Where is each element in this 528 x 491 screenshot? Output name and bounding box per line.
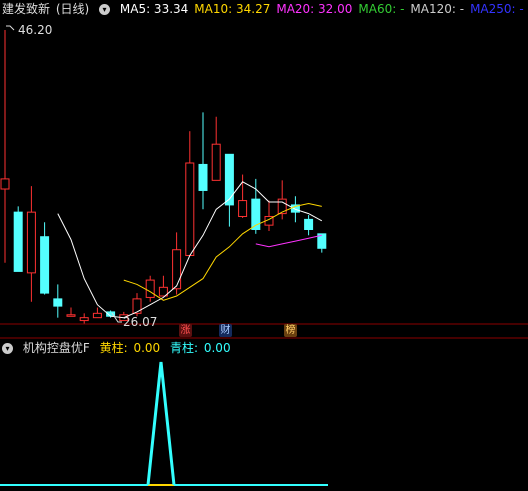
candle-up[interactable]: [0, 178, 10, 190]
candle-down[interactable]: [53, 298, 63, 307]
high-marker-line: [6, 25, 15, 31]
ma20-line: [255, 234, 322, 248]
cai-badge[interactable]: 财: [219, 324, 232, 337]
candle-down[interactable]: [40, 236, 50, 294]
yellow-bar-label: 黄柱:: [99, 341, 128, 355]
cyan-bar-value: 0.00: [203, 341, 231, 355]
yellow-bar-value: 0.00: [133, 341, 161, 355]
zhang-badge[interactable]: 涨: [179, 324, 192, 337]
candle-down[interactable]: [198, 163, 208, 191]
candlestick-chart[interactable]: 46.20 26.07: [0, 0, 528, 491]
candle-down[interactable]: [304, 218, 314, 230]
candle-up[interactable]: [185, 162, 195, 257]
candle-up[interactable]: [172, 249, 182, 290]
candle-up[interactable]: [211, 143, 221, 181]
bang-badge[interactable]: 榜: [284, 324, 297, 337]
candle-up[interactable]: [238, 200, 248, 217]
cyan-peak: [146, 361, 176, 486]
candle-down[interactable]: [224, 153, 234, 206]
candle-up[interactable]: [92, 312, 102, 319]
candle-up[interactable]: [26, 211, 36, 274]
low-price-label: 26.07: [123, 315, 157, 329]
indicator-name: 机构控盘优F: [22, 341, 90, 355]
cyan-bar-label: 青柱:: [169, 341, 199, 355]
candle-up[interactable]: [79, 317, 89, 322]
candle-up[interactable]: [145, 279, 155, 298]
indicator-settings-icon[interactable]: ▾: [2, 343, 13, 354]
indicator-legend: ▾ 机构控盘优F 黄柱: 0.00 青柱: 0.00: [2, 339, 237, 357]
candle-down[interactable]: [13, 211, 23, 272]
high-price-label: 46.20: [18, 23, 52, 37]
candle-up[interactable]: [132, 298, 142, 314]
candle-up[interactable]: [66, 314, 76, 317]
